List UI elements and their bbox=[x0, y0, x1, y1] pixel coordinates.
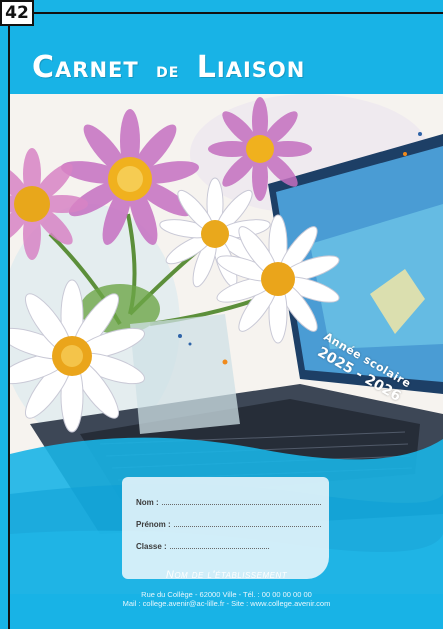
page-number-label: 42 bbox=[5, 3, 29, 23]
page-number: 42 bbox=[0, 0, 34, 26]
title-word-carnet: Carnet bbox=[32, 50, 139, 85]
name-label: Nom : bbox=[136, 498, 159, 507]
firstname-row[interactable]: Prénom : bbox=[136, 519, 321, 529]
name-field[interactable] bbox=[161, 497, 321, 505]
class-row[interactable]: Classe : bbox=[136, 541, 269, 551]
school-name: Nom de l'établissement bbox=[165, 569, 288, 581]
cover-page: Carnet de Liaison Année scolaire 2025 - … bbox=[10, 14, 443, 629]
school-address: Rue du Collège - 62000 Ville - Tél. : 00… bbox=[141, 590, 312, 599]
firstname-field[interactable] bbox=[173, 519, 321, 527]
school-contact: Mail : college.avenir@ac-lille.fr - Site… bbox=[122, 599, 331, 608]
title-word-de: de bbox=[156, 58, 180, 82]
daisy-flower-icon bbox=[208, 97, 312, 201]
name-row[interactable]: Nom : bbox=[136, 497, 321, 507]
class-field[interactable] bbox=[169, 541, 269, 549]
title-word-liaison: Liaison bbox=[196, 50, 306, 85]
vase bbox=[130, 314, 240, 434]
class-label: Classe : bbox=[136, 542, 167, 551]
firstname-label: Prénom : bbox=[136, 520, 171, 529]
student-info-form: Nom : Prénom : Classe : bbox=[122, 477, 329, 579]
cover-title: Carnet de Liaison bbox=[32, 50, 305, 85]
